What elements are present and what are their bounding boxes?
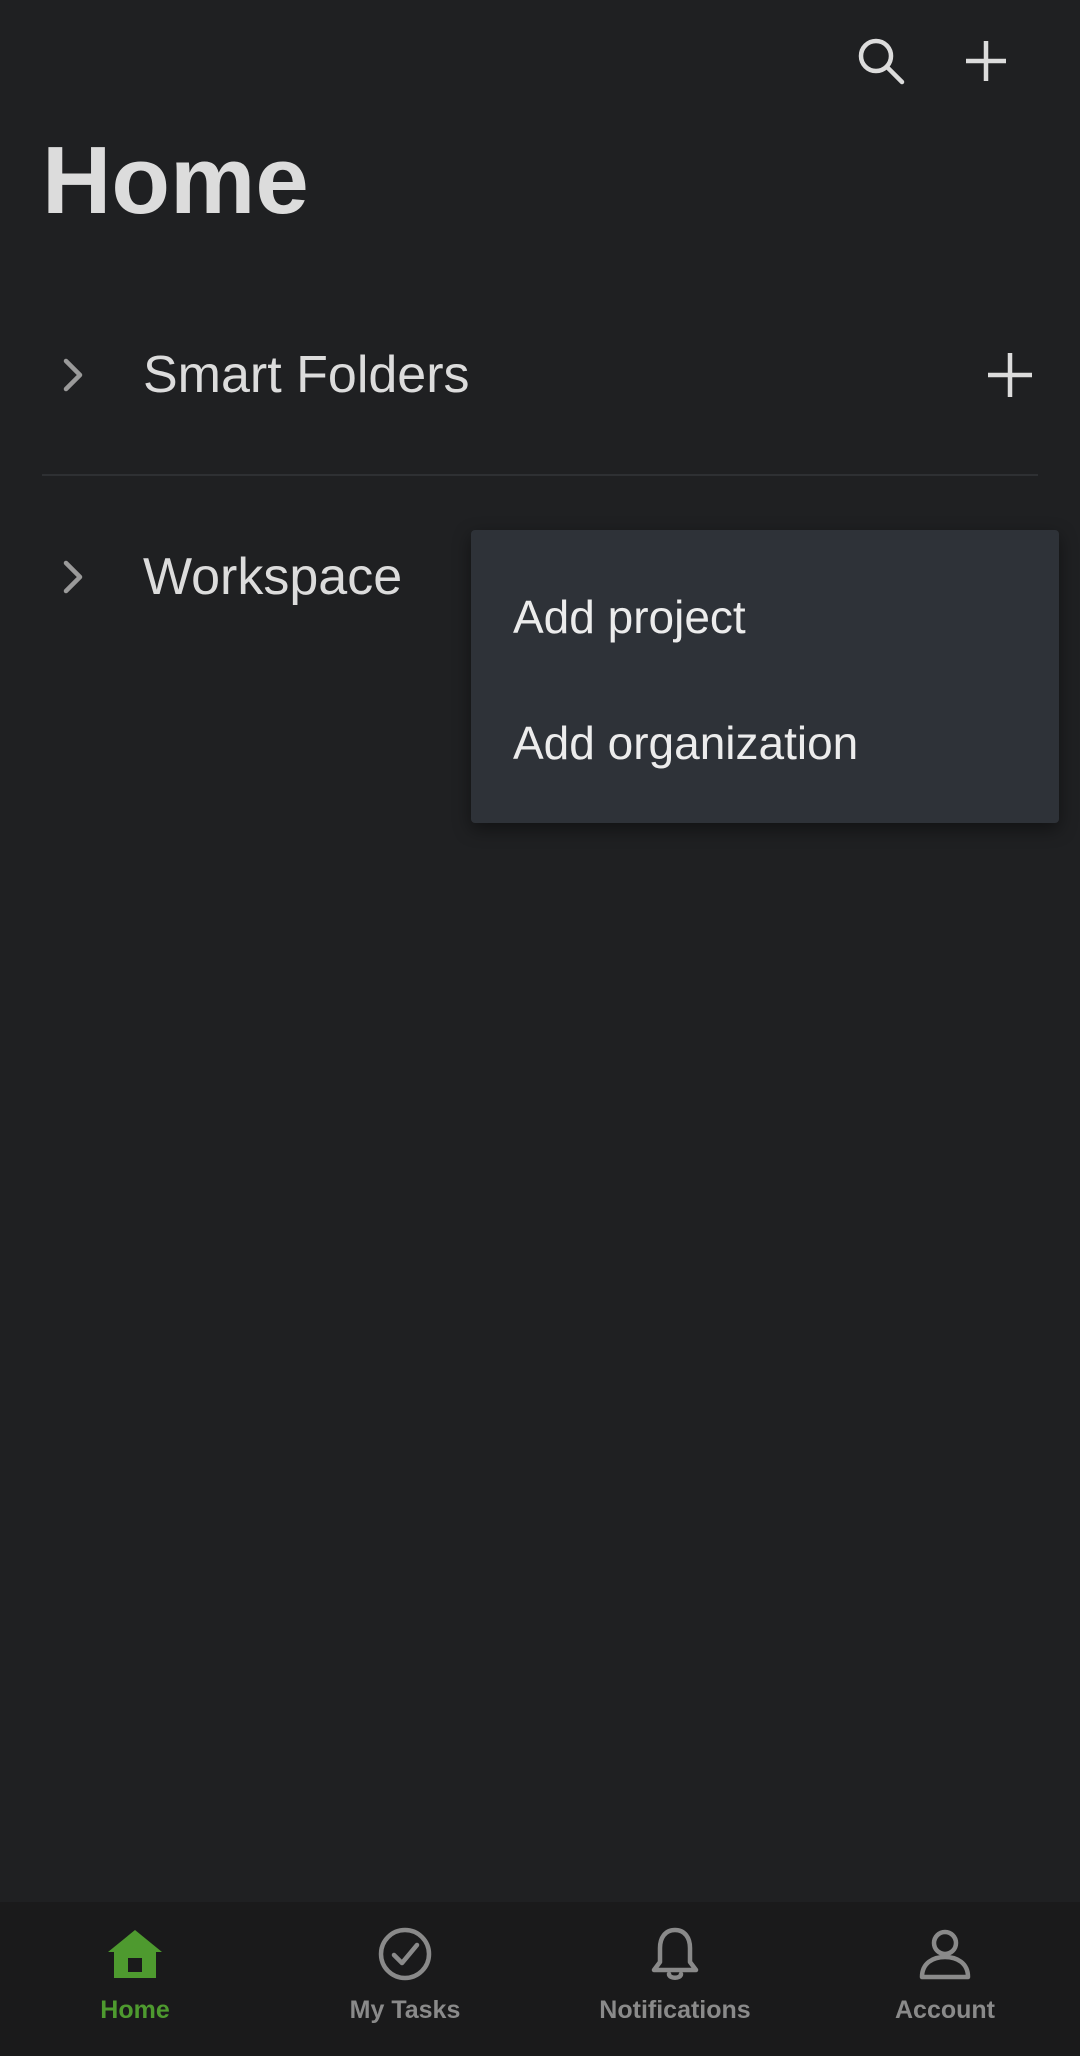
home-screen: Home Smart Folders Workspace Add project… <box>0 0 1080 2056</box>
nav-item-account[interactable]: Account <box>810 1902 1080 2056</box>
divider <box>42 474 1038 476</box>
nav-item-home[interactable]: Home <box>0 1902 270 2056</box>
menu-item-add-organization[interactable]: Add organization <box>471 680 1059 806</box>
top-app-bar <box>0 0 1080 120</box>
add-popup-menu: Add project Add organization <box>471 530 1059 823</box>
check-circle-icon <box>375 1924 435 1984</box>
nav-item-my-tasks[interactable]: My Tasks <box>270 1902 540 2056</box>
chevron-right-icon <box>52 355 92 395</box>
chevron-right-icon <box>52 557 92 597</box>
nav-label-notifications: Notifications <box>599 1996 751 2024</box>
nav-label-my-tasks: My Tasks <box>349 1996 461 2024</box>
add-smart-folder-button[interactable] <box>970 335 1050 415</box>
section-smart-folders[interactable]: Smart Folders <box>0 315 1080 435</box>
search-icon <box>858 38 905 85</box>
home-icon <box>105 1924 165 1984</box>
nav-label-account: Account <box>895 1996 995 2024</box>
nav-label-home: Home <box>100 1996 170 2024</box>
section-label: Workspace <box>143 548 403 606</box>
plus-icon <box>966 41 1006 81</box>
add-button[interactable] <box>946 21 1026 101</box>
bottom-navigation: Home My Tasks Notifications Account <box>0 1902 1080 2056</box>
menu-item-add-project[interactable]: Add project <box>471 554 1059 680</box>
nav-item-notifications[interactable]: Notifications <box>540 1902 810 2056</box>
plus-icon <box>988 353 1032 397</box>
bell-icon <box>645 1924 705 1984</box>
page-title: Home <box>42 127 309 234</box>
search-button[interactable] <box>841 21 921 101</box>
person-icon <box>915 1924 975 1984</box>
section-label: Smart Folders <box>143 346 470 404</box>
